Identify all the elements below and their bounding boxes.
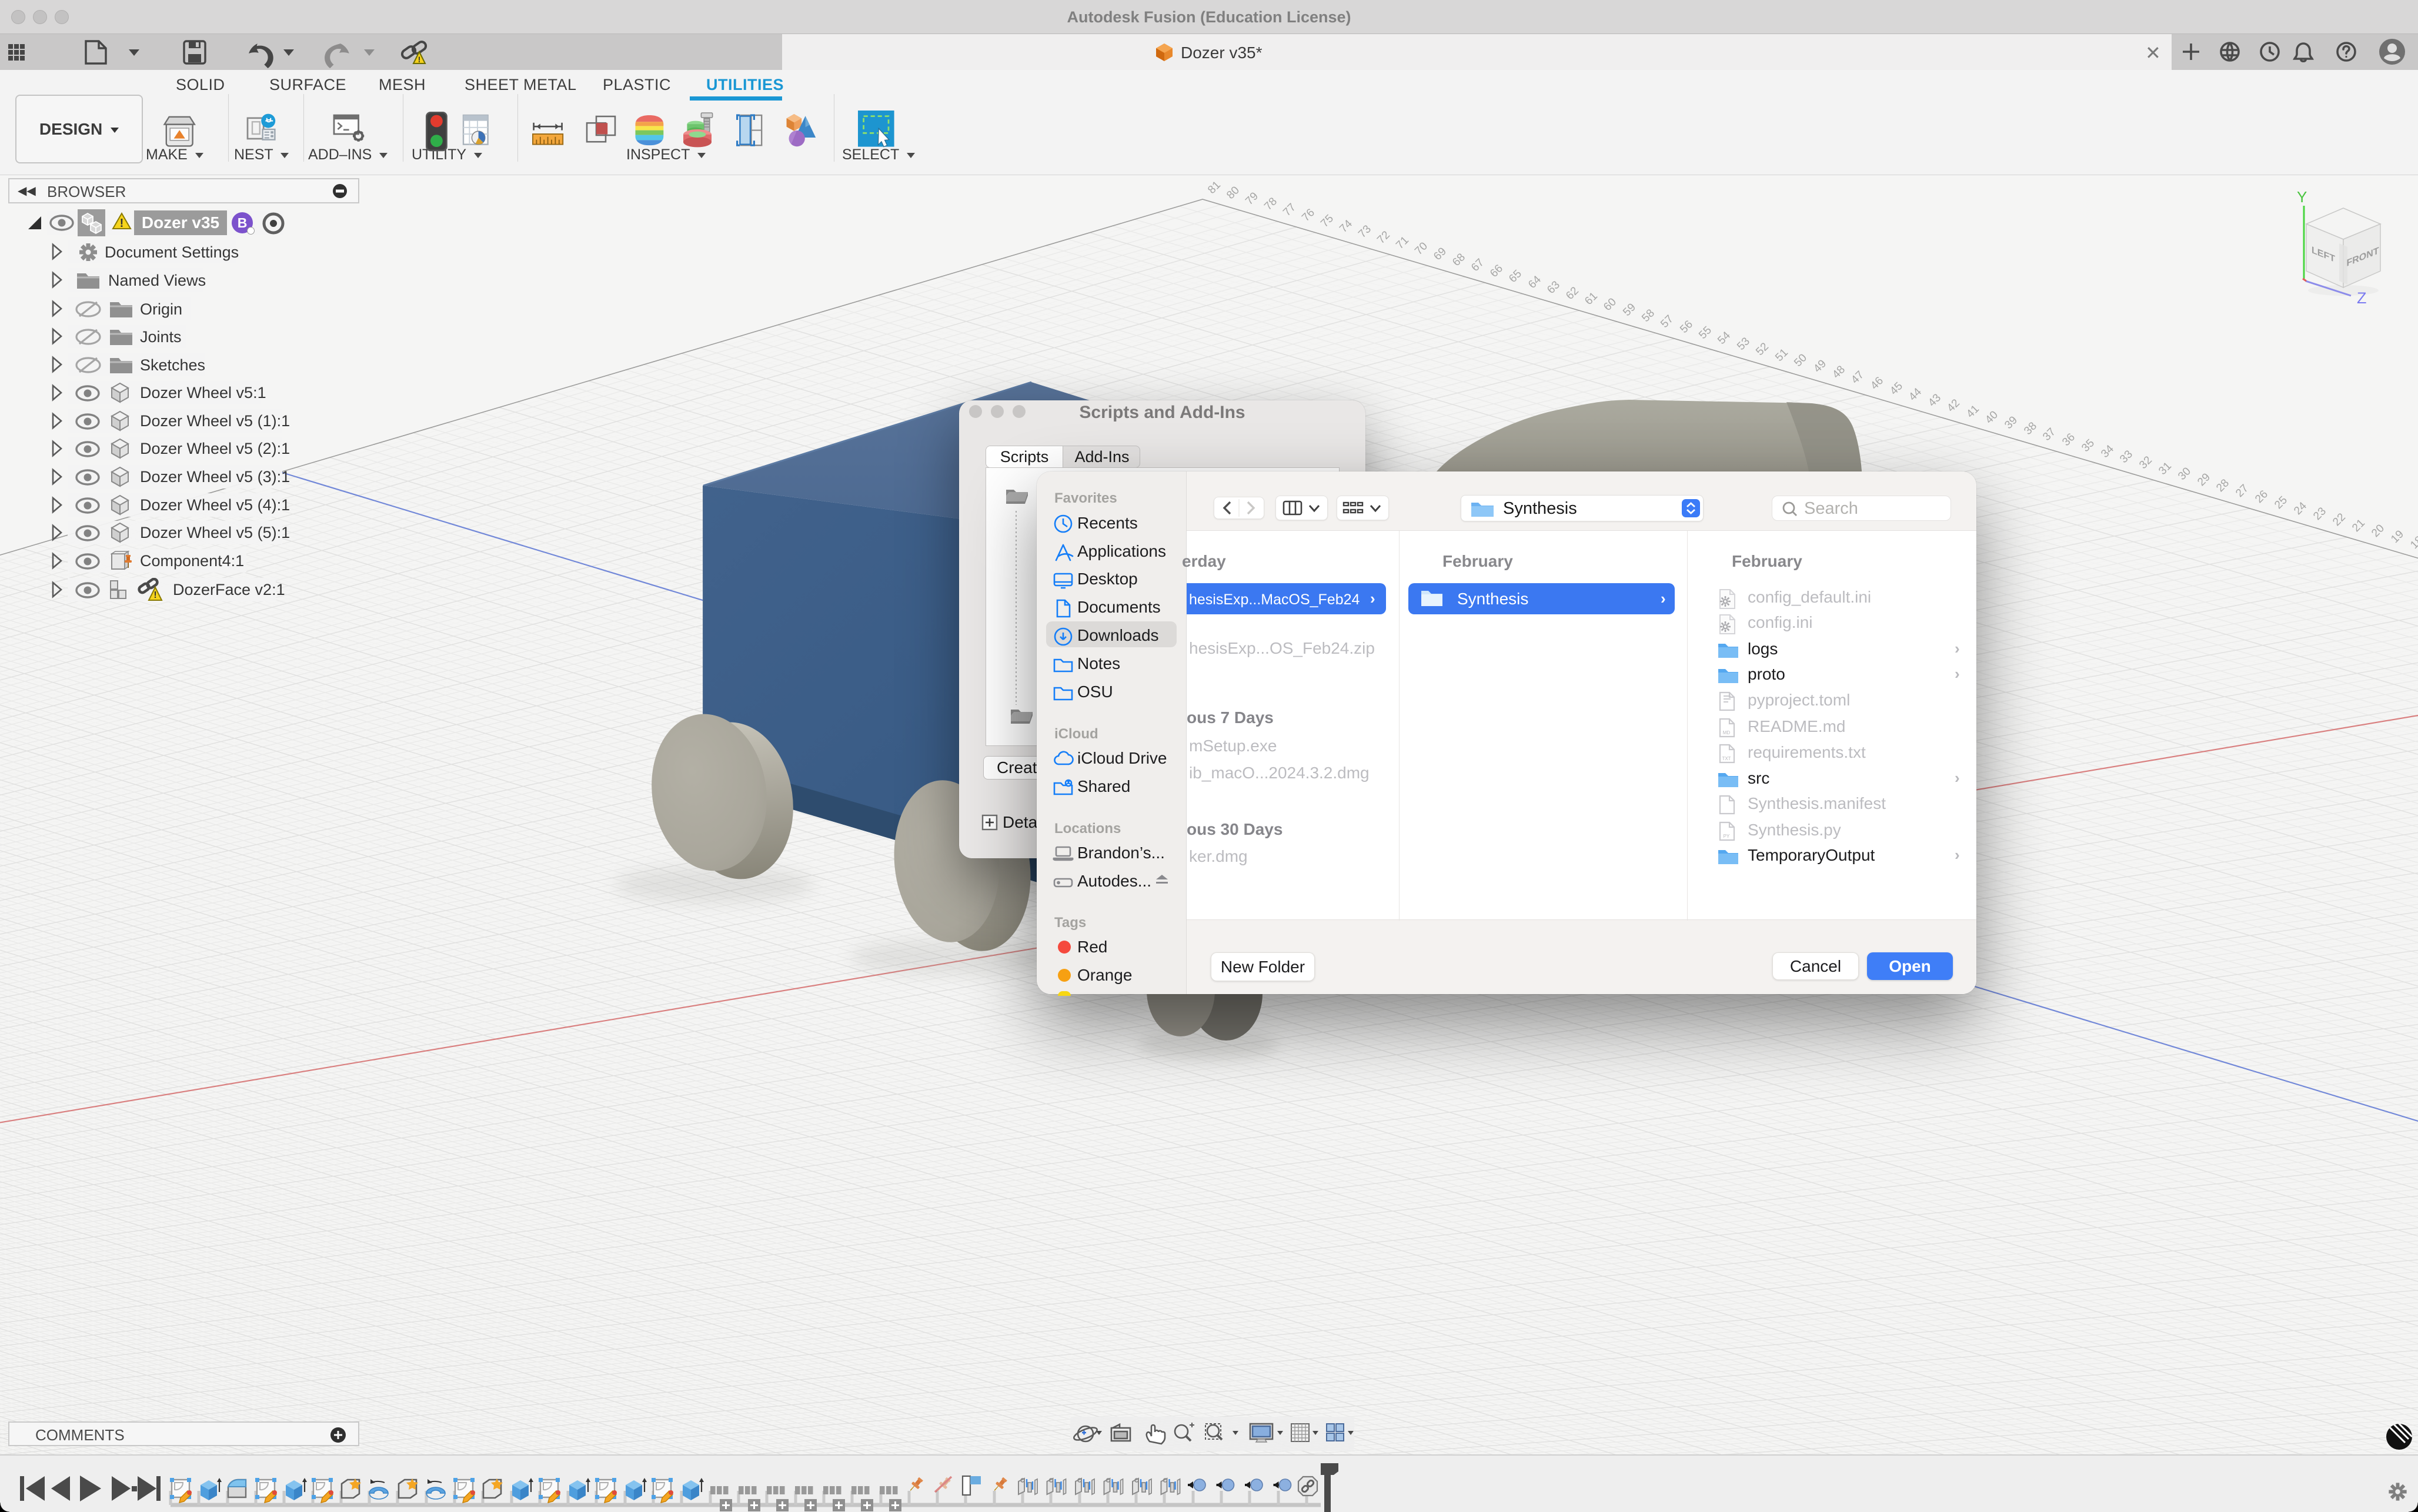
svg-text:22: 22 — [2330, 511, 2348, 528]
svg-text:!: ! — [418, 55, 421, 64]
svg-text:Z: Z — [2357, 289, 2367, 307]
svg-text:29: 29 — [2195, 471, 2213, 489]
svg-text:!: ! — [120, 217, 124, 230]
svg-text:34: 34 — [2099, 443, 2116, 460]
svg-text:74: 74 — [1337, 218, 1355, 235]
svg-text:57: 57 — [1658, 313, 1676, 330]
svg-text:69: 69 — [1431, 245, 1449, 263]
svg-text:26: 26 — [2253, 488, 2270, 506]
svg-text:48: 48 — [1830, 363, 1848, 381]
svg-text:55: 55 — [1696, 324, 1714, 342]
svg-text:24: 24 — [2292, 500, 2309, 517]
svg-text:31: 31 — [2156, 460, 2174, 477]
svg-text:53: 53 — [1735, 335, 1752, 353]
svg-text:37: 37 — [2040, 426, 2058, 443]
svg-text:28: 28 — [2214, 477, 2232, 494]
svg-text:41: 41 — [1964, 403, 1982, 420]
svg-text:46: 46 — [1868, 374, 1886, 392]
svg-text:21: 21 — [2350, 517, 2367, 534]
svg-text:77: 77 — [1281, 201, 1298, 219]
svg-text:27: 27 — [2233, 482, 2251, 500]
svg-text:72: 72 — [1375, 229, 1392, 246]
svg-text:TXT: TXT — [1722, 756, 1731, 761]
svg-text:47: 47 — [1849, 369, 1866, 386]
svg-text:54: 54 — [1715, 329, 1733, 347]
svg-text:79: 79 — [1243, 190, 1261, 208]
svg-text:75: 75 — [1318, 212, 1336, 230]
svg-text:58: 58 — [1639, 307, 1657, 325]
svg-text:62: 62 — [1564, 285, 1581, 302]
svg-text:66: 66 — [1488, 262, 1505, 280]
svg-text:56: 56 — [1678, 318, 1695, 336]
svg-text:40: 40 — [1983, 409, 2000, 426]
svg-text:61: 61 — [1582, 290, 1600, 307]
svg-text:!: ! — [153, 590, 156, 600]
svg-text:25: 25 — [2272, 494, 2290, 511]
svg-text:45: 45 — [1888, 380, 1905, 397]
svg-text:76: 76 — [1300, 206, 1317, 224]
svg-text:33: 33 — [2118, 448, 2135, 466]
svg-text:19: 19 — [2389, 528, 2406, 546]
svg-text:MD: MD — [1723, 730, 1731, 735]
svg-text:39: 39 — [2002, 414, 2020, 431]
svg-text:35: 35 — [2079, 437, 2097, 454]
svg-text:78: 78 — [1262, 195, 1280, 213]
svg-text:73: 73 — [1356, 223, 1374, 240]
svg-text:PY: PY — [1724, 834, 1730, 839]
svg-text:43: 43 — [1926, 392, 1943, 409]
svg-text:67: 67 — [1469, 256, 1487, 274]
svg-text:42: 42 — [1945, 397, 1962, 414]
svg-text:80: 80 — [1224, 184, 1242, 202]
svg-text:30: 30 — [2176, 465, 2193, 483]
svg-text:60: 60 — [1601, 296, 1619, 313]
svg-text:59: 59 — [1621, 301, 1638, 319]
svg-text:81: 81 — [1205, 179, 1223, 196]
svg-text:71: 71 — [1394, 234, 1411, 252]
svg-text:63: 63 — [1545, 279, 1562, 296]
svg-text:23: 23 — [2311, 505, 2329, 523]
svg-text:65: 65 — [1507, 267, 1524, 285]
svg-text:18: 18 — [2408, 534, 2418, 551]
svg-text:50: 50 — [1792, 352, 1809, 369]
svg-text:70: 70 — [1412, 240, 1430, 257]
svg-text:Y: Y — [2297, 188, 2307, 206]
svg-text:20: 20 — [2369, 522, 2387, 540]
svg-text:49: 49 — [1811, 357, 1829, 375]
svg-text:68: 68 — [1450, 251, 1468, 269]
svg-text:52: 52 — [1754, 340, 1771, 358]
svg-text:36: 36 — [2060, 431, 2078, 449]
svg-text:51: 51 — [1773, 346, 1791, 364]
svg-text:38: 38 — [2022, 420, 2039, 437]
svg-text:32: 32 — [2137, 454, 2155, 471]
svg-text:64: 64 — [1526, 273, 1544, 291]
svg-text:44: 44 — [1906, 386, 1924, 403]
